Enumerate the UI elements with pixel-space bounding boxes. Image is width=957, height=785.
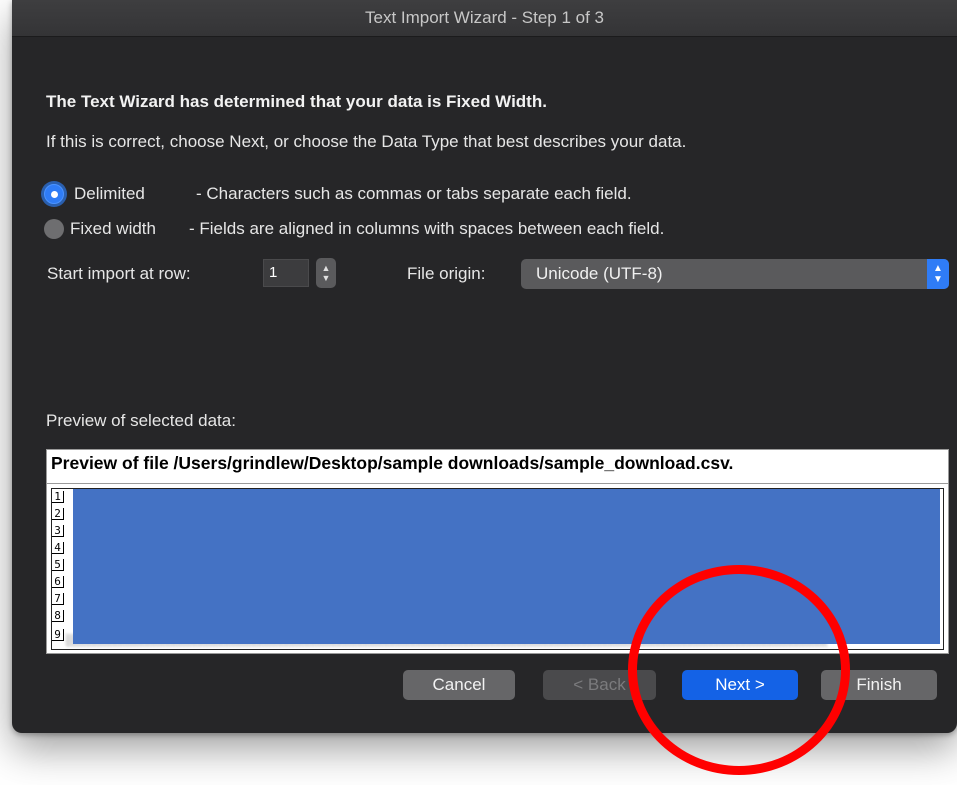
preview-row-number: 1 [52,491,64,503]
radio-description-fixed-width: - Fields are aligned in columns with spa… [189,219,665,238]
preview-row-number: 9 [52,629,64,641]
radio-option-delimited[interactable]: Delimited - Characters such as commas or… [44,180,632,208]
preview-row-number: 3 [52,525,64,537]
radio-label-fixed-width: Fixed width [70,219,156,238]
preview-pane[interactable]: Preview of file /Users/grindlew/Desktop/… [46,449,949,654]
radio-option-fixed-width[interactable]: Fixed width - Fields are aligned in colu… [44,215,664,243]
preview-row-number: 6 [52,576,64,588]
preview-row-number: 5 [52,559,64,571]
radio-label-delimited: Delimited [74,184,145,203]
file-origin-select[interactable]: Unicode (UTF-8) ▲ ▼ [521,259,949,289]
wizard-heading: The Text Wizard has determined that your… [46,92,547,111]
file-origin-value: Unicode (UTF-8) [536,264,663,283]
start-row-label: Start import at row: [47,264,191,283]
select-up-icon: ▲ [933,263,943,274]
cancel-button[interactable]: Cancel [403,670,515,700]
wizard-instruction: If this is correct, choose Next, or choo… [46,132,687,151]
preview-row-number: 4 [52,542,64,554]
stepper-down-icon[interactable]: ▼ [316,273,336,283]
preview-row-number: 2 [52,508,64,520]
stepper-up-icon[interactable]: ▲ [316,263,336,273]
next-button[interactable]: Next > [682,670,798,700]
text-import-wizard-dialog: Text Import Wizard - Step 1 of 3 The Tex… [12,0,957,733]
select-arrows-icon[interactable]: ▲ ▼ [927,259,949,289]
start-row-stepper[interactable]: ▲ ▼ [316,258,336,288]
preview-label: Preview of selected data: [46,411,236,430]
window-title: Text Import Wizard - Step 1 of 3 [12,0,957,37]
radio-selected-icon[interactable] [44,184,64,204]
finish-button[interactable]: Finish [821,670,937,700]
preview-divider [47,483,948,484]
back-button[interactable]: < Back [543,670,656,700]
preview-row-number: 7 [52,593,64,605]
file-origin-label: File origin: [407,264,486,283]
preview-grid[interactable]: 1 2 3 4 5 6 7 8 9 ░░░░░░░░░░░░░░░░░░░░░░… [51,488,944,650]
select-down-icon: ▼ [933,274,943,285]
preview-row-number: 8 [52,610,64,622]
radio-unselected-icon[interactable] [44,219,64,239]
preview-selection-highlight [73,489,940,644]
radio-description-delimited: - Characters such as commas or tabs sepa… [196,184,632,203]
preview-file-header: Preview of file /Users/grindlew/Desktop/… [51,453,734,473]
start-row-input[interactable]: 1 [263,259,309,287]
